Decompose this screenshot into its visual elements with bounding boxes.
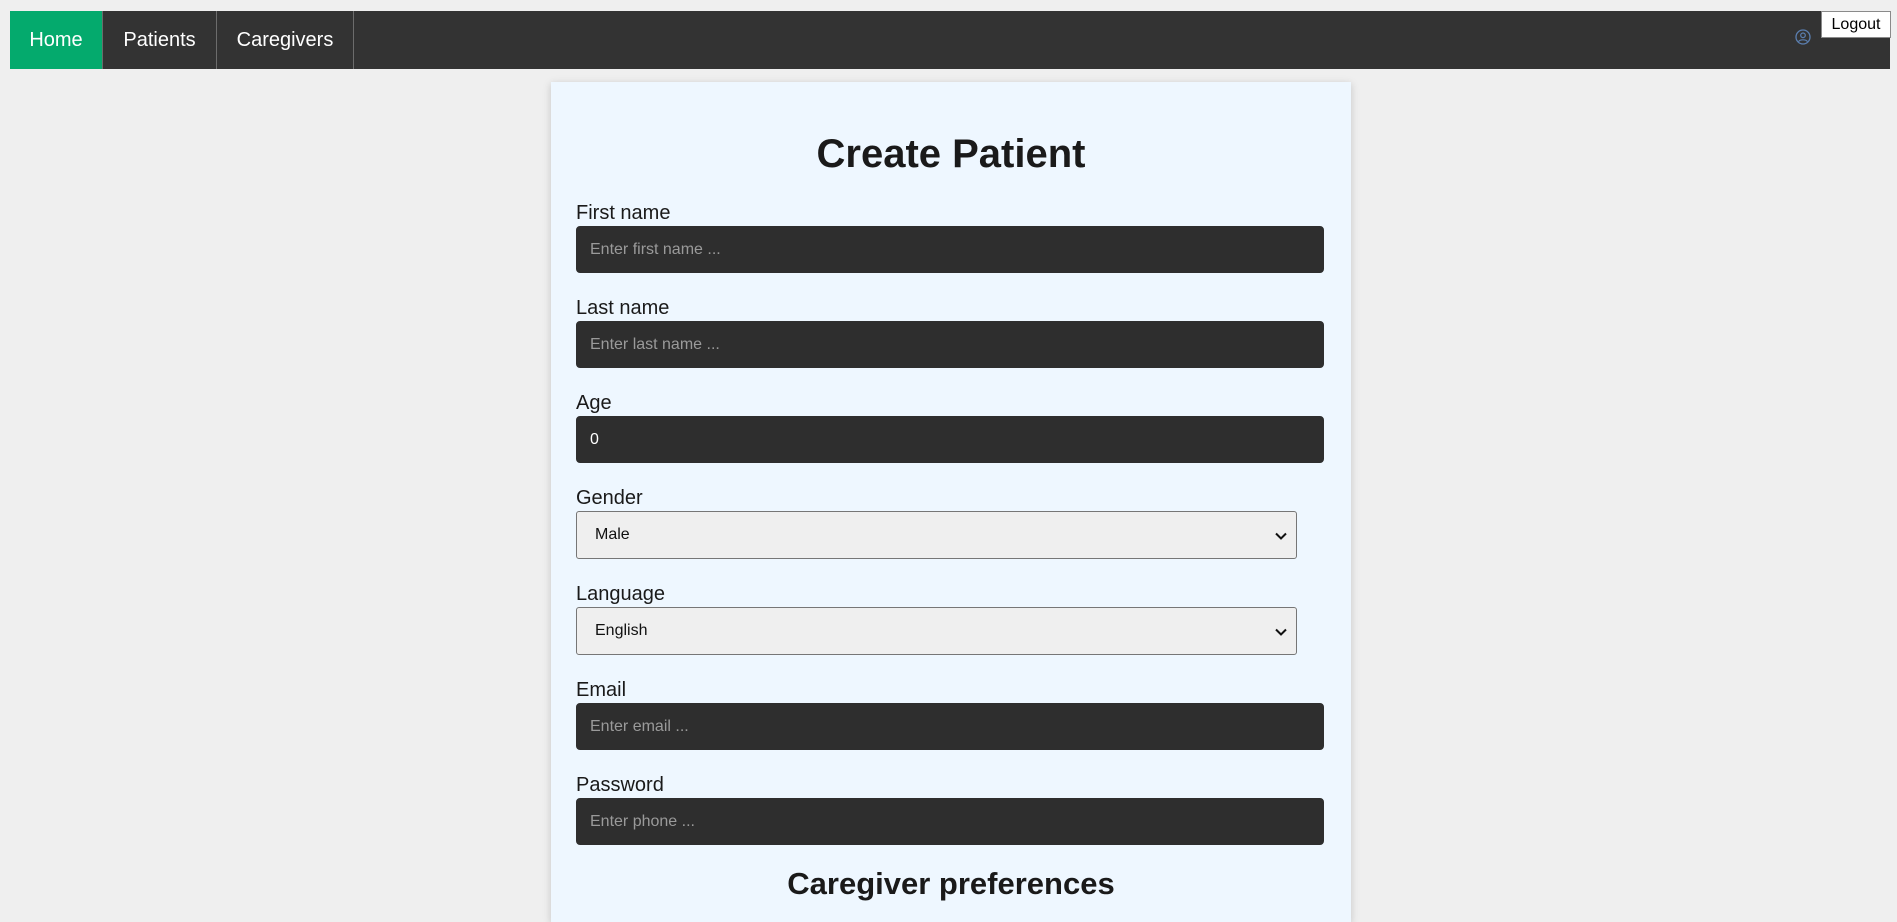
gender-label: Gender [576, 487, 643, 509]
password-input[interactable] [576, 798, 1324, 845]
chevron-down-icon [1274, 529, 1288, 543]
age-label: Age [576, 392, 612, 414]
email-input[interactable] [576, 703, 1324, 750]
top-navbar: Home Patients Caregivers Logout [10, 11, 1891, 69]
caregiver-preferences-heading: Caregiver preferences [787, 866, 1115, 901]
create-patient-card: Create Patient First name Last name Age … [551, 82, 1351, 922]
first-name-input[interactable] [576, 226, 1324, 273]
last-name-input[interactable] [576, 321, 1324, 368]
age-input[interactable] [576, 416, 1324, 463]
password-label: Password [576, 774, 664, 796]
language-select[interactable]: English [576, 607, 1297, 655]
logout-button[interactable]: Logout [1821, 11, 1891, 38]
user-circle-icon[interactable] [1794, 28, 1812, 46]
nav-patients[interactable]: Patients [103, 11, 217, 69]
language-label: Language [576, 583, 665, 605]
nav-patients-label: Patients [123, 28, 196, 51]
nav-home[interactable]: Home [10, 11, 103, 69]
gender-select[interactable]: Male [576, 511, 1297, 559]
chevron-down-icon [1274, 625, 1288, 639]
last-name-label: Last name [576, 297, 670, 319]
first-name-label: First name [576, 202, 671, 224]
nav-caregivers[interactable]: Caregivers [217, 11, 354, 69]
gender-selected-value: Male [595, 526, 630, 543]
page-title: Create Patient [816, 132, 1086, 176]
email-label: Email [576, 679, 627, 701]
language-selected-value: English [595, 622, 648, 639]
nav-home-label: Home [29, 28, 83, 51]
nav-caregivers-label: Caregivers [236, 28, 334, 51]
